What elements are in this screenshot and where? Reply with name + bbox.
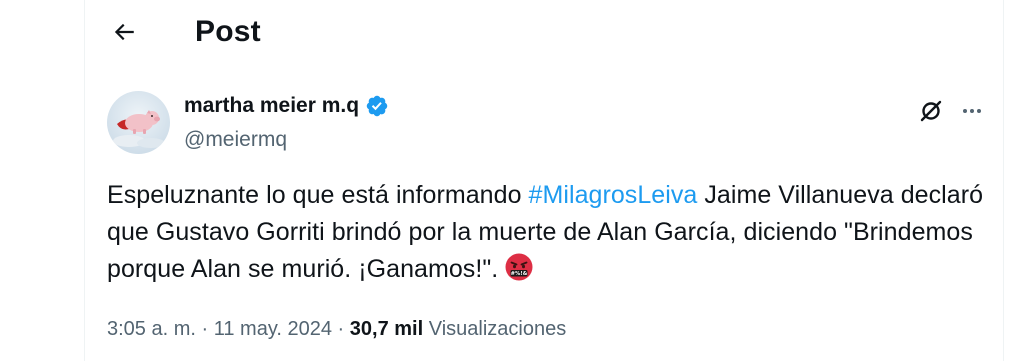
verified-badge-icon[interactable]: [365, 94, 389, 118]
page-title: Post: [195, 15, 261, 48]
post-meta: 3:05 a. m. · 11 may. 2024 · 30,7 mil Vis…: [107, 315, 566, 343]
angry-cursing-face-icon: #%!&: [504, 252, 534, 282]
views-count: 30,7 mil: [349, 318, 424, 340]
views-label: Visualizaciones: [428, 318, 567, 340]
author-name[interactable]: martha meier m.q: [184, 92, 359, 120]
hashtag-link[interactable]: #MilagrosLeiva: [529, 181, 698, 209]
author-name-row: martha meier m.q: [184, 92, 389, 120]
tweet-text-start: Espeluznante lo que está informando: [107, 181, 529, 209]
post-time[interactable]: 3:05 a. m.: [107, 318, 196, 340]
author-handle[interactable]: @meiermq: [184, 126, 287, 154]
avatar[interactable]: [107, 91, 170, 154]
back-button[interactable]: [106, 14, 142, 50]
svg-text:#%!&: #%!&: [511, 271, 528, 277]
arrow-left-icon: [114, 23, 134, 41]
more-options-button[interactable]: [955, 94, 989, 128]
grok-icon: [920, 100, 942, 122]
meta-separator: ·: [337, 318, 345, 340]
meta-separator: ·: [201, 318, 209, 340]
grok-button[interactable]: [914, 94, 948, 128]
post-date[interactable]: 11 may. 2024: [214, 318, 332, 340]
tweet-text: Espeluznante lo que está informando #Mil…: [107, 177, 987, 288]
avatar-image: [107, 91, 170, 154]
page-header: Post: [84, 0, 1004, 64]
more-horizontal-icon: [963, 109, 981, 113]
